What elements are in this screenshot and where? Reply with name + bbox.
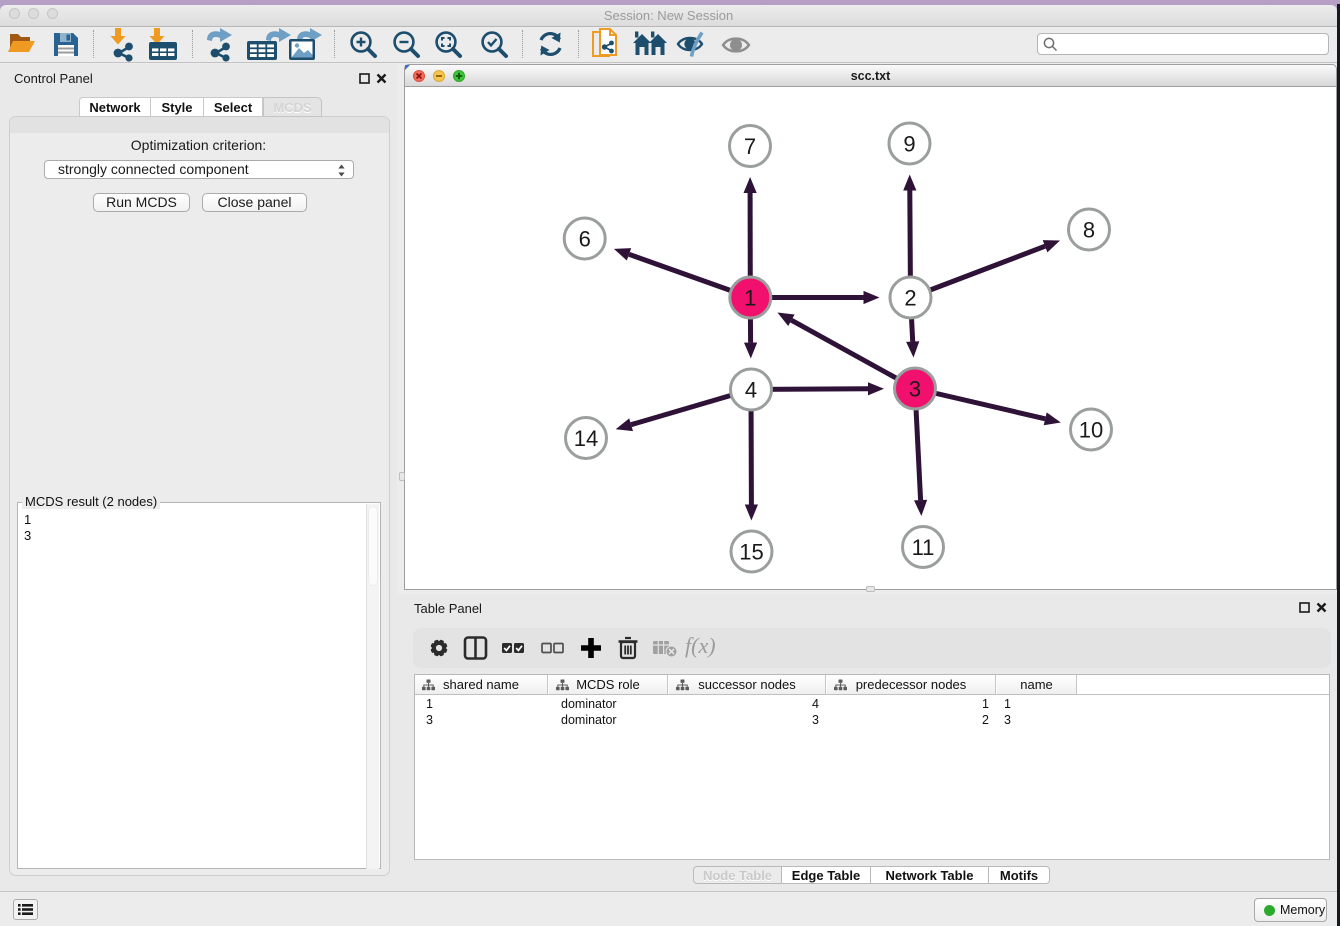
svg-text:3: 3 (909, 376, 921, 401)
svg-text:7: 7 (744, 134, 756, 159)
svg-text:9: 9 (903, 131, 915, 156)
svg-text:1: 1 (744, 285, 756, 310)
svg-text:15: 15 (739, 539, 763, 564)
svg-text:10: 10 (1079, 417, 1103, 442)
svg-text:8: 8 (1083, 217, 1095, 242)
svg-text:11: 11 (912, 535, 935, 560)
svg-text:14: 14 (574, 426, 598, 451)
svg-text:6: 6 (579, 226, 591, 251)
svg-text:4: 4 (745, 377, 757, 402)
svg-text:2: 2 (904, 285, 916, 310)
